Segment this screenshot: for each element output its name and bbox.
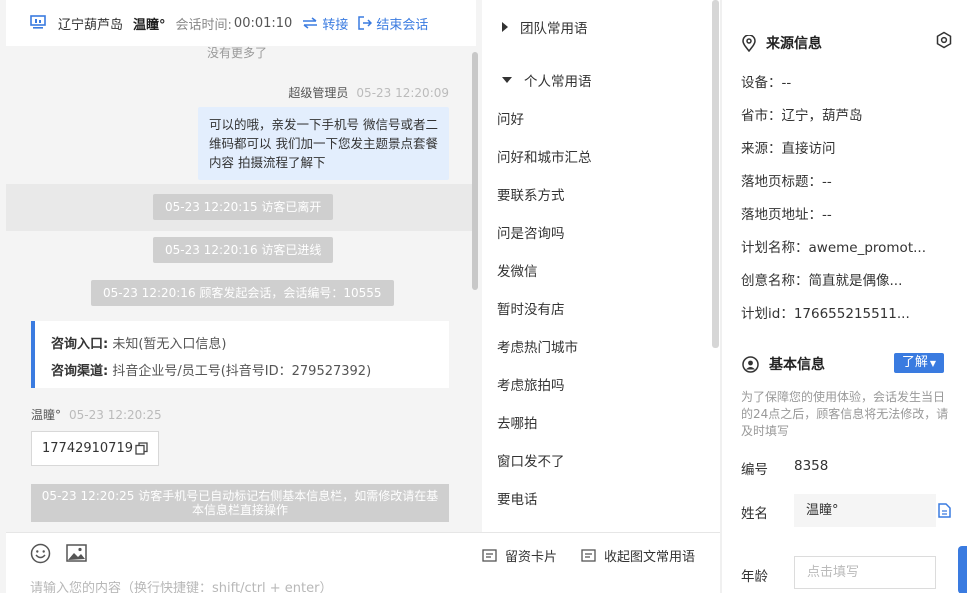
source-creative-name: 创意名称：简直就是偶像... [741,273,903,289]
visitor-phone-message: 17742910719 [31,431,159,466]
visitor-message-meta: 温瞳° 05-23 12:20:25 [31,406,162,423]
source-info-title: 来源信息 [742,33,822,53]
message-list: 没有更多了 超级管理员 05-23 12:20:09 可以的哦，亲发一下手机号 微… [6,46,476,532]
phrase-item[interactable]: 问好和城市汇总 [497,146,592,166]
basic-info-title: 基本信息 [742,354,825,374]
transfer-icon [303,17,318,29]
chat-panel: 辽宁葫芦岛 温瞳° 会话时间: 00:01:10 转接 结束会话 没有更多了 超… [0,0,482,593]
leave-info-card-label: 留资卡片 [505,550,558,565]
quick-phrases-panel: 团队常用语 个人常用语 问好 问好和城市汇总 要联系方式 问是咨询吗 发微信 暂… [482,0,720,532]
phrase-group-personal[interactable]: 个人常用语 [502,70,592,90]
age-input[interactable] [794,556,936,589]
learn-more-label: 了解 [901,355,928,370]
emoji-icon[interactable] [30,543,51,564]
basic-info-title-text: 基本信息 [769,357,825,373]
session-timer: 00:01:10 [233,15,293,31]
end-session-label: 结束会话 [376,17,429,33]
exit-icon [358,16,373,30]
id-value: 8358 [794,458,829,474]
phrase-group-label: 个人常用语 [524,74,592,90]
collapse-phrases-button[interactable]: 收起图文常用语 [581,546,695,565]
inquiry-entry-row: 咨询入口: 未知(暂无入口信息) [51,331,433,358]
source-province: 省市：辽宁，葫芦岛 [741,108,863,124]
image-icon[interactable] [66,544,87,562]
edit-deadline-note: 为了保障您的使用体验，会话发生当日的24点之后，顾客信息将无法修改，请及时填写 [741,390,949,438]
transfer-label: 转接 [322,17,349,33]
name-field[interactable]: 温瞳° [794,494,936,527]
learn-more-button[interactable]: 了解 ▼ [894,353,944,373]
visitor-message-name: 温瞳° [31,408,62,422]
settings-icon[interactable] [935,31,953,49]
phrases-scrollbar[interactable] [712,0,719,348]
inquiry-info-card: 咨询入口: 未知(暂无入口信息) 咨询渠道: 抖音企业号/员工号(抖音号ID：2… [31,321,449,388]
source-landing-url: 落地页地址：-- [741,207,832,223]
chat-scrollbar[interactable] [472,52,478,290]
visitor-name: 温瞳° [133,17,166,33]
age-label: 年龄 [741,569,768,585]
phrase-item[interactable]: 考虑旅拍吗 [497,374,565,394]
chat-workspace: 辽宁葫芦岛 温瞳° 会话时间: 00:01:10 转接 结束会话 没有更多了 超… [0,0,967,593]
caret-right-icon [502,22,508,32]
floating-side-tab[interactable] [958,546,967,593]
source-plan-id: 计划id：176655215511... [741,306,910,322]
system-message: 05-23 12:20:25 访客手机号已自动标记右侧基本信息栏，如需修改请在基… [31,484,449,522]
customer-info-panel: 来源信息 设备：-- 省市：辽宁，葫芦岛 来源：直接访问 落地页标题：-- 落地… [722,0,967,593]
caret-down-icon: ▼ [929,359,937,368]
source-origin: 来源：直接访问 [741,141,836,157]
agent-name: 超级管理员 [288,86,349,100]
source-landing-title: 落地页标题：-- [741,174,832,190]
phrase-group-label: 团队常用语 [520,21,588,37]
phrase-item[interactable]: 考虑热门城市 [497,336,578,356]
edit-icon[interactable] [938,503,951,518]
system-message: 05-23 12:20:16 顾客发起会话，会话编号：10555 [91,280,394,306]
agent-message-bubble: 可以的哦，亲发一下手机号 微信号或者二维码都可以 我们加一下您发主题景点套餐内容… [198,107,449,180]
inquiry-entry-value: 未知(暂无入口信息) [112,337,227,352]
caret-down-icon [502,77,512,83]
phrase-group-team[interactable]: 团队常用语 [502,17,588,37]
inquiry-entry-label: 咨询入口: [51,337,109,352]
leave-info-card-button[interactable]: 留资卡片 [482,546,557,565]
name-label: 姓名 [741,506,768,522]
visitor-phone-number: 17742910719 [42,441,133,456]
system-message: 05-23 12:20:15 访客已离开 [153,194,334,220]
phrase-item[interactable]: 问好 [497,108,524,128]
phrase-icon [581,549,596,562]
no-more-text: 没有更多了 [206,46,267,60]
agent-message-time: 05-23 12:20:09 [356,86,449,100]
collapse-phrases-label: 收起图文常用语 [604,550,696,565]
source-plan-name: 计划名称：aweme_promot... [741,240,926,256]
system-message: 05-23 12:20:16 访客已进线 [153,237,334,263]
phrase-item[interactable]: 要电话 [497,488,538,508]
id-label: 编号 [741,462,768,478]
message-composer: 留资卡片 收起图文常用语 [6,532,720,593]
phrase-item[interactable]: 去哪拍 [497,412,538,432]
message-input[interactable] [30,581,450,593]
inquiry-channel-value: 抖音企业号/员工号(抖音号ID：279527392) [112,364,372,379]
phrase-item[interactable]: 窗口发不了 [497,450,565,470]
session-time-label: 会话时间: [175,17,232,33]
visitor-message-time: 05-23 12:20:25 [69,408,162,422]
user-icon [742,355,759,373]
inquiry-channel-row: 咨询渠道: 抖音企业号/员工号(抖音号ID：279527392) [51,358,433,385]
copy-icon[interactable] [135,442,148,455]
phrase-item[interactable]: 问是咨询吗 [497,222,565,242]
location-pin-icon [742,34,756,52]
end-session-button[interactable]: 结束会话 [358,14,428,33]
inquiry-channel-label: 咨询渠道: [51,364,109,379]
phrase-item[interactable]: 发微信 [497,260,538,280]
card-icon [482,549,497,562]
visitor-location: 辽宁葫芦岛 [58,17,124,33]
source-device: 设备：-- [741,75,792,91]
monitor-icon [30,15,46,29]
source-info-title-text: 来源信息 [766,36,822,52]
agent-message-meta: 超级管理员 05-23 12:20:09 [288,84,449,101]
phrase-item[interactable]: 要联系方式 [497,184,565,204]
transfer-button[interactable]: 转接 [302,14,348,33]
phrase-item[interactable]: 暂时没有店 [497,298,565,318]
chat-header: 辽宁葫芦岛 温瞳° 会话时间: 00:01:10 转接 结束会话 [6,0,476,46]
